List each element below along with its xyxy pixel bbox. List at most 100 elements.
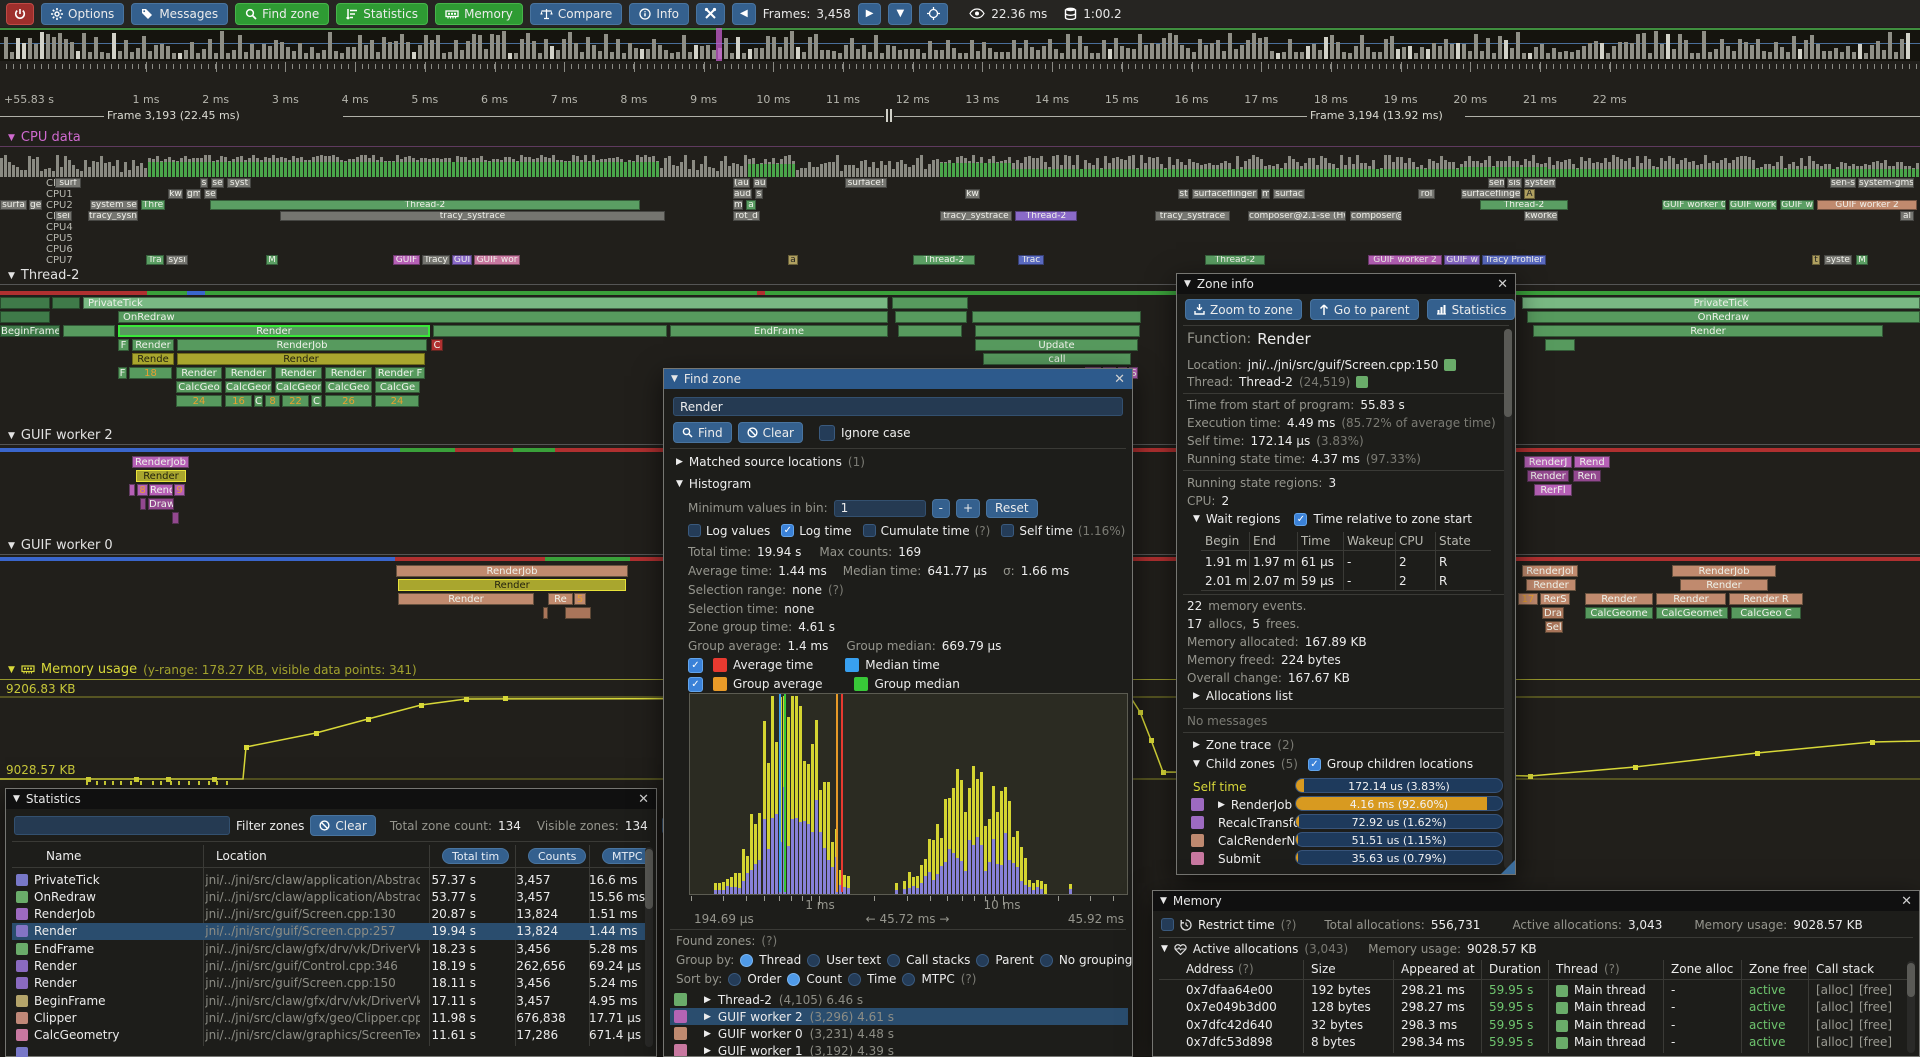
radio-time[interactable]	[848, 973, 861, 986]
memory-titlebar[interactable]: ▼Memory✕	[1153, 891, 1919, 911]
stats-row[interactable]: Clipperjni/../jni/src/claw/gfx/geo/Clipp…	[12, 1009, 648, 1026]
radio-count[interactable]	[787, 973, 800, 986]
histogram-header[interactable]: ▼Histogram	[676, 477, 751, 491]
timeline-zone[interactable]	[52, 297, 80, 309]
cumulate-time-checkbox[interactable]	[863, 524, 876, 537]
timeline-zone[interactable]	[895, 311, 967, 323]
timeline-zone[interactable]	[63, 325, 115, 337]
timeline-zone[interactable]: CalcGeome	[225, 381, 272, 393]
timeline-zone[interactable]: 16	[225, 395, 252, 407]
timeline-zone[interactable]: Render	[176, 367, 222, 379]
timeline-zone[interactable]: 22	[282, 395, 309, 407]
timeline-zone[interactable]: Update	[975, 339, 1138, 351]
memory-col-header[interactable]: Address	[1186, 962, 1234, 976]
timeline-zone[interactable]: Draw	[148, 498, 174, 510]
timeline-zone[interactable]: RenderJol	[1522, 565, 1578, 577]
radio-user-text[interactable]	[807, 954, 820, 967]
column-total-time[interactable]: Total tim	[442, 848, 509, 864]
timeline-zone[interactable]: Render	[1526, 579, 1576, 591]
timeline-zone[interactable]: Render	[325, 367, 372, 379]
timeline-zone[interactable]: CalcGeo C	[1731, 607, 1801, 619]
timeline-zone[interactable]: 5	[574, 593, 586, 605]
reset-button[interactable]: Reset	[986, 499, 1038, 518]
timeline-zone[interactable]: CalcGeomet	[1656, 607, 1728, 619]
found-zone-row[interactable]: ▶GUIF worker 2(3,296) 4.61 s	[670, 1008, 1128, 1025]
found-zone-row[interactable]: ▶GUIF worker 1(3,192) 4.39 s	[670, 1042, 1128, 1057]
memory-col-header[interactable]: Zone alloc	[1671, 962, 1733, 976]
close-icon[interactable]: ✕	[1901, 895, 1912, 908]
memory-col-header[interactable]: Zone free	[1749, 962, 1807, 976]
timeline-zone[interactable]: Rend	[1574, 456, 1610, 468]
stats-row[interactable]: BeginFramejni/../jni/src/claw/gfx/drv/vk…	[12, 992, 648, 1009]
timeline-zone[interactable]: CalcGeo	[176, 381, 222, 393]
timeline-zone[interactable]	[1545, 339, 1575, 351]
timeline-zone[interactable]	[433, 325, 667, 337]
timeline-zone[interactable]: BeginFrame	[0, 325, 60, 337]
column-name[interactable]: Name	[46, 849, 81, 863]
go-to-parent-button[interactable]: Go to parent	[1310, 299, 1419, 320]
timeline-zone[interactable]: Re	[548, 593, 573, 605]
legend-checkbox[interactable]: ✓	[688, 658, 703, 673]
timeline-zone[interactable]: OnRedraw	[118, 311, 888, 323]
wait-regions-header[interactable]: ▼Wait regions✓Time relative to zone star…	[1193, 512, 1472, 526]
allocation-row[interactable]: 0x7dfc42d64032 bytes298.3 ms59.95 sMain …	[1153, 1018, 1901, 1035]
close-icon[interactable]: ✕	[638, 793, 649, 806]
timeline-zone[interactable]: Render	[1585, 593, 1653, 605]
timeline-zone[interactable]: RenderJob	[1672, 565, 1776, 577]
memory-scrollbar[interactable]	[1907, 961, 1915, 1053]
timeline-zone[interactable]	[565, 607, 591, 619]
allocations-list[interactable]: ▶Allocations list	[1193, 689, 1293, 703]
legend-checkbox[interactable]: ✓	[688, 677, 703, 692]
filter-zones-input[interactable]	[14, 816, 230, 835]
timeline-zone[interactable]: CalcGe	[375, 381, 420, 393]
group-children-checkbox[interactable]: ✓	[1308, 758, 1321, 771]
timeline-zone[interactable]: CalcGeor	[275, 381, 322, 393]
child-zones-header[interactable]: ▼Child zones(5)✓Group children locations	[1193, 757, 1473, 771]
memory-col-header[interactable]: Call stack	[1816, 962, 1874, 976]
radio-order[interactable]	[728, 973, 741, 986]
timeline-zone[interactable]	[0, 311, 50, 323]
column-location[interactable]: Location	[216, 849, 267, 863]
statistics-titlebar[interactable]: ▼Statistics✕	[6, 789, 656, 809]
timeline-zone[interactable]: Render	[118, 325, 430, 337]
stats-row[interactable]: EndFramejni/../jni/src/claw/gfx/drv/vk/D…	[12, 940, 648, 957]
radio-mtpc[interactable]	[902, 973, 915, 986]
find-zone-search-input[interactable]: Render	[673, 397, 1123, 416]
clear-filter-button[interactable]: Clear	[310, 815, 375, 836]
bin-minus-button[interactable]: -	[932, 499, 950, 518]
column-counts[interactable]: Counts	[528, 848, 586, 864]
timeline-zone[interactable]: RenderJob	[177, 339, 427, 351]
timeline-zone[interactable]: Ren	[1573, 470, 1601, 482]
allocation-row[interactable]: 0x7dfc53d8988 bytes298.34 ms59.95 sMain …	[1153, 1035, 1901, 1052]
timeline-zone[interactable]: Rende	[132, 353, 174, 365]
timeline-zone[interactable]	[543, 607, 548, 619]
find-button[interactable]: Find	[673, 422, 732, 443]
found-zone-row[interactable]: ▶Thread-2(4,105) 6.46 s	[670, 991, 1128, 1008]
allocation-row[interactable]: 0x7dfaa64e00192 bytes298.21 ms59.95 sMai…	[1153, 983, 1901, 1000]
timeline-zone[interactable]	[972, 311, 1141, 323]
log-time-checkbox[interactable]: ✓	[781, 524, 794, 537]
matched-source-locations[interactable]: ▶Matched source locations(1)	[676, 455, 865, 469]
timeline-zone[interactable]: C	[431, 339, 443, 351]
zone-info-scrollbar[interactable]	[1504, 329, 1512, 869]
timeline-zone[interactable]: Render	[275, 367, 322, 379]
child-zone-row[interactable]: Self time	[1191, 778, 1246, 795]
timeline-zone[interactable]	[129, 484, 135, 496]
zone-info-titlebar[interactable]: ▼Zone info✕	[1177, 274, 1515, 294]
timeline-zone[interactable]: Dra	[1542, 607, 1564, 619]
timeline-zone[interactable]: RerFl	[1534, 484, 1572, 496]
timeline-zone[interactable]: RenderJ	[1524, 456, 1572, 468]
stats-row[interactable]: CalcGeometryjni/../jni/src/claw/graphics…	[12, 1027, 648, 1044]
timeline-zone[interactable]: 9	[174, 484, 185, 496]
log-values-checkbox[interactable]	[688, 524, 701, 537]
clear-button[interactable]: Clear	[738, 422, 803, 443]
timeline-zone[interactable]	[892, 297, 968, 309]
timeline-zone[interactable]: PrivateTick	[1522, 297, 1920, 309]
timeline-zone[interactable]: 8	[265, 395, 280, 407]
zone-trace[interactable]: ▶Zone trace(2)	[1193, 738, 1294, 752]
find-zone-histogram[interactable]	[689, 693, 1128, 895]
timeline-zone[interactable]: RerS	[1540, 593, 1570, 605]
timeline-zone[interactable]: 8	[137, 484, 148, 496]
stats-row[interactable]: Renderjni/../jni/src/guif/Screen.cpp:150…	[12, 975, 648, 992]
statistics-window[interactable]: ▼Statistics✕ Filter zones Clear Total zo…	[5, 788, 657, 1057]
